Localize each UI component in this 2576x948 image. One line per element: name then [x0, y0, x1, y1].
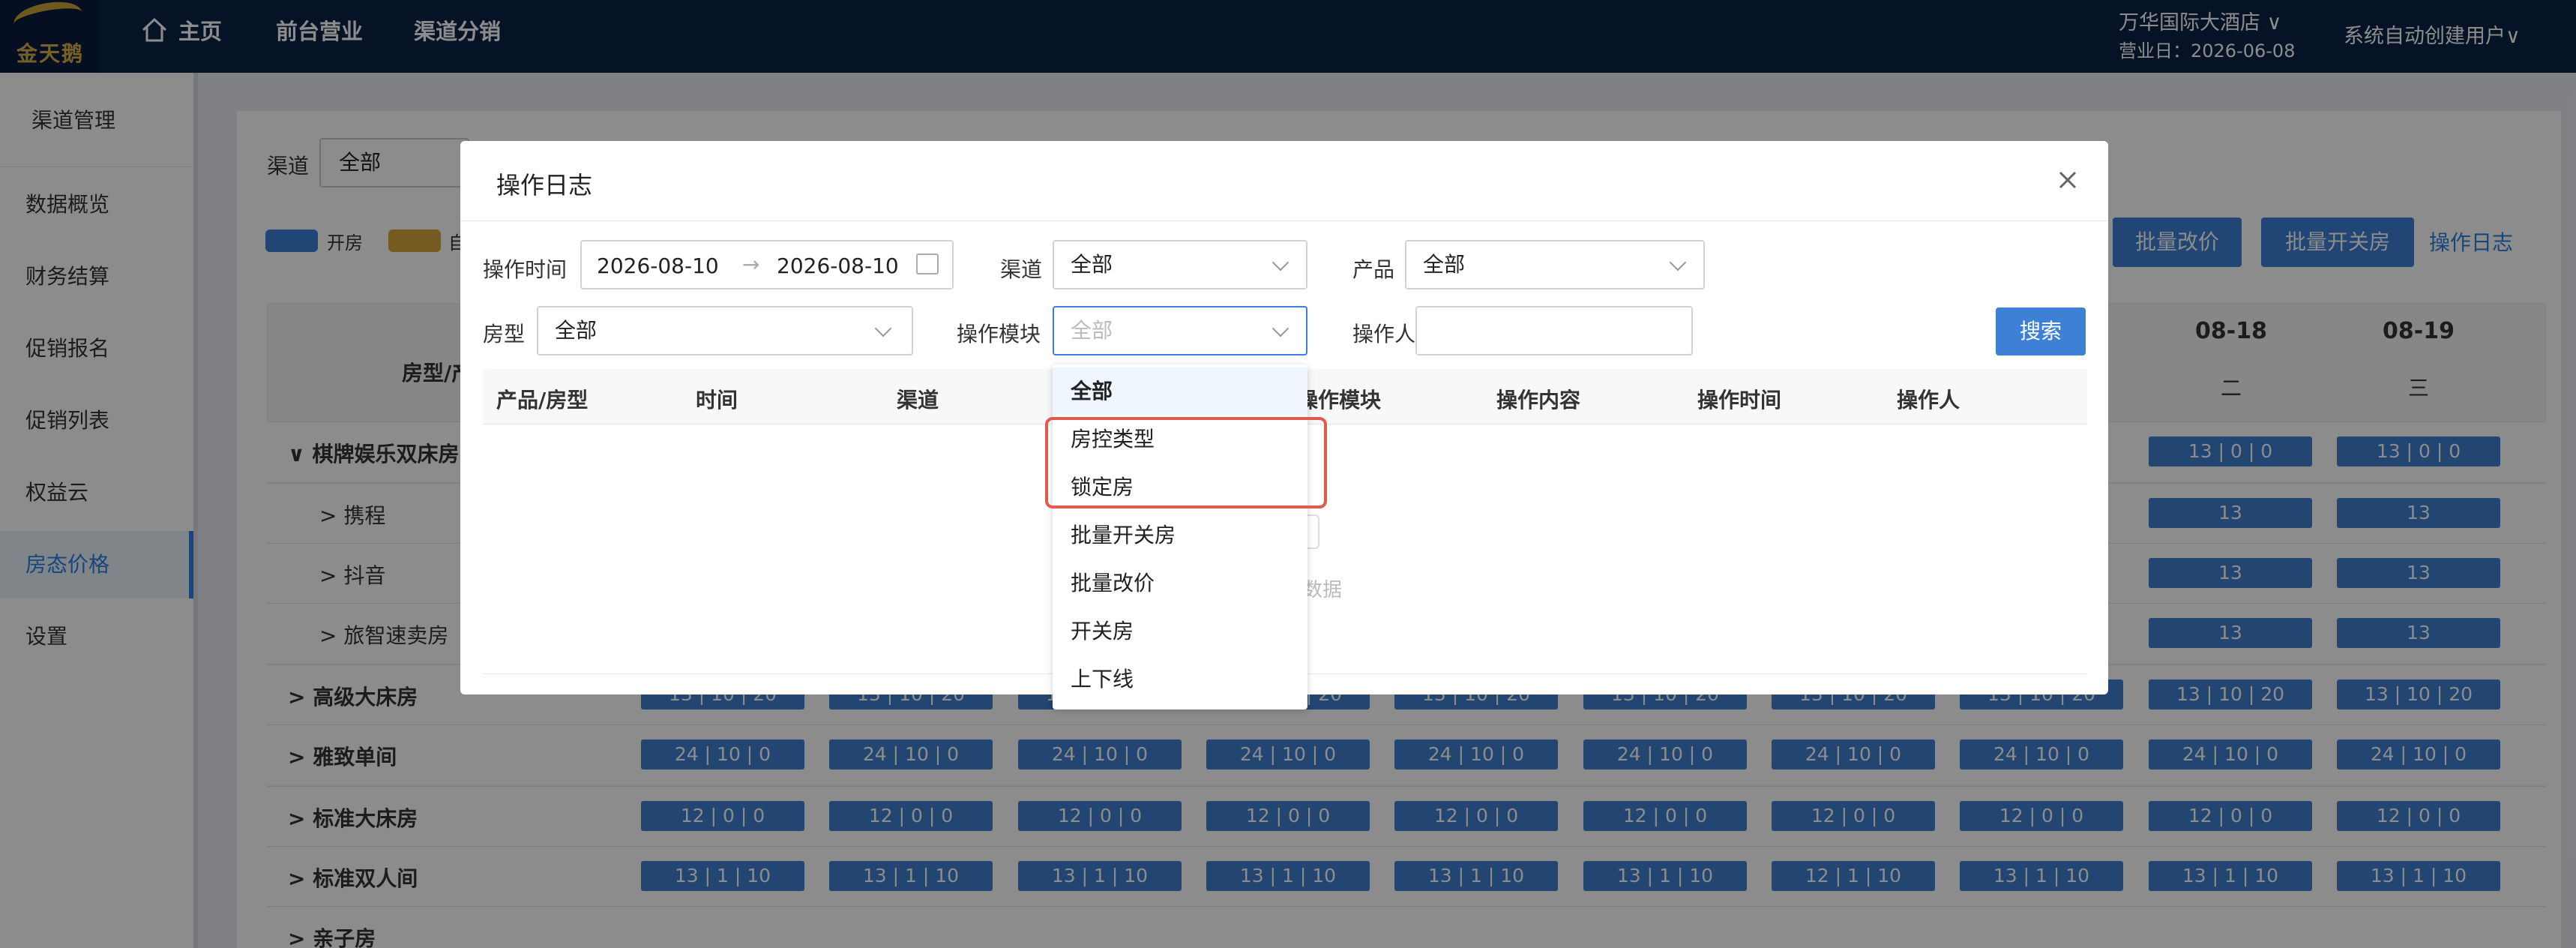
roomtype-label: 房型 — [483, 322, 526, 346]
modal-channel-select[interactable]: 全部 — [1053, 240, 1307, 290]
product-label: 产品 — [1352, 257, 1395, 282]
col-product-roomtype: 产品/房型 — [496, 388, 589, 412]
modal-title: 操作日志 — [496, 171, 593, 200]
date-end[interactable]: 2026-08-10 — [777, 254, 899, 278]
col-operated-at: 操作时间 — [1697, 388, 1782, 412]
operator-input[interactable] — [1415, 306, 1693, 356]
module-option-online-offline[interactable]: 上下线 — [1053, 656, 1307, 704]
module-option-batch-open-close[interactable]: 批量开关房 — [1053, 512, 1307, 560]
col-module: 操作模块 — [1297, 388, 1382, 412]
roomtype-select[interactable]: 全部 — [537, 306, 913, 356]
col-time: 时间 — [696, 388, 738, 412]
module-option-open-close[interactable]: 开关房 — [1053, 608, 1307, 656]
empty-data-text: 数据 — [1303, 579, 1343, 602]
col-content: 操作内容 — [1496, 388, 1581, 412]
operator-label: 操作人 — [1352, 322, 1416, 346]
highlight-annotation — [1045, 417, 1327, 508]
operation-time-label: 操作时间 — [483, 257, 568, 282]
col-channel: 渠道 — [897, 388, 939, 412]
range-arrow-icon: → — [742, 252, 760, 277]
modal-channel-label: 渠道 — [1000, 257, 1043, 282]
module-label: 操作模块 — [957, 322, 1041, 346]
module-option-batch-price[interactable]: 批量改价 — [1053, 560, 1307, 608]
calendar-icon[interactable] — [916, 254, 939, 274]
date-start[interactable]: 2026-08-10 — [597, 254, 719, 278]
search-button[interactable]: 搜索 — [1996, 308, 2086, 356]
close-icon[interactable] — [2054, 166, 2081, 194]
modal-divider — [460, 220, 2108, 221]
product-select[interactable]: 全部 — [1405, 240, 1705, 290]
module-select[interactable]: 全部 — [1053, 306, 1307, 356]
col-operator: 操作人 — [1897, 388, 1960, 412]
module-option-all[interactable]: 全部 — [1053, 368, 1307, 416]
